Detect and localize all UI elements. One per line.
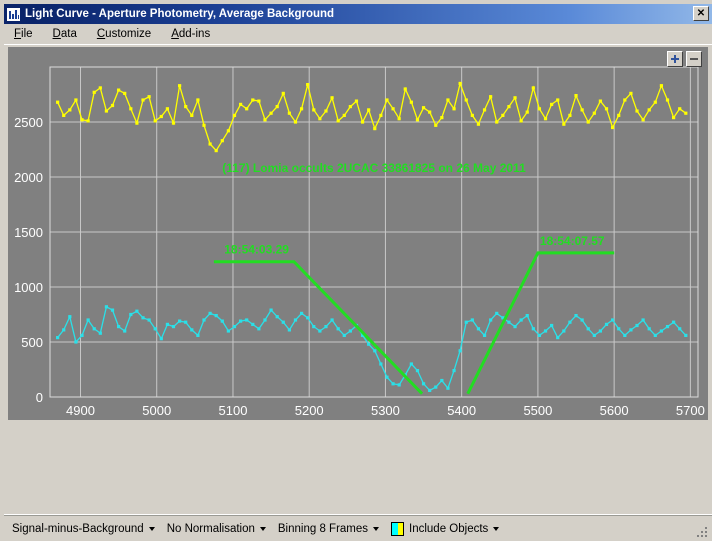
statusbar-signal-mode[interactable]: Signal-minus-Background [4, 518, 161, 540]
statusbar-include-objects-label: Include Objects [409, 522, 489, 535]
svg-text:5500: 5500 [523, 403, 552, 418]
status-bar: Signal-minus-Background No Normalisation… [4, 515, 712, 541]
svg-text:4900: 4900 [66, 403, 95, 418]
zoom-buttons [667, 51, 702, 67]
statusbar-normalisation-mode-label: No Normalisation [166, 522, 255, 535]
chevron-down-icon [493, 526, 500, 531]
svg-text:5300: 5300 [371, 403, 400, 418]
statusbar-signal-mode-label: Signal-minus-Background [12, 522, 144, 535]
menu-separator [4, 44, 712, 46]
svg-text:0: 0 [36, 390, 43, 405]
statusbar-normalisation-mode[interactable]: No Normalisation [161, 518, 272, 540]
light-curve-plot[interactable]: 0 500 1000 1500 2000 2500 4900 5000 5100 5200 5300… [8, 47, 708, 420]
menu-item-file[interactable]: FFileile [4, 26, 43, 42]
svg-text:5200: 5200 [295, 403, 324, 418]
chevron-down-icon [259, 526, 266, 531]
zoom-in-button[interactable] [667, 51, 683, 67]
blank-area [4, 420, 712, 514]
svg-text:5600: 5600 [600, 403, 629, 418]
svg-text:1000: 1000 [14, 280, 43, 295]
light-curve-window: Light Curve - Aperture Photometry, Avera… [0, 0, 712, 541]
svg-text:1500: 1500 [14, 225, 43, 240]
zoom-out-button[interactable] [686, 51, 702, 67]
svg-text:500: 500 [21, 335, 43, 350]
chart-bars-icon [6, 6, 21, 22]
menu-item-addins[interactable]: Add-ins [161, 26, 220, 42]
chevron-down-icon [373, 526, 380, 531]
statusbar-binning-mode[interactable]: Binning 8 Frames [272, 518, 385, 540]
menu-item-data[interactable]: Data [43, 26, 87, 42]
svg-text:2500: 2500 [14, 115, 43, 130]
resize-grip[interactable] [697, 527, 709, 539]
menu-bar: FFileile Data Customize Add-ins [4, 24, 712, 44]
close-icon[interactable]: ✕ [693, 6, 709, 21]
window-title: Light Curve - Aperture Photometry, Avera… [25, 8, 335, 20]
title-bar: Light Curve - Aperture Photometry, Avera… [4, 4, 712, 24]
svg-text:18:54:07.57: 18:54:07.57 [540, 234, 605, 248]
svg-text:5400: 5400 [447, 403, 476, 418]
svg-text:18:54:03.29: 18:54:03.29 [224, 243, 289, 257]
plot-canvas: 0 500 1000 1500 2000 2500 4900 5000 5100 5200 5300… [14, 66, 705, 418]
svg-text:5700: 5700 [676, 403, 705, 418]
statusbar-binning-mode-label: Binning 8 Frames [277, 522, 369, 535]
svg-text:5000: 5000 [142, 403, 171, 418]
svg-text:5100: 5100 [219, 403, 248, 418]
svg-text:(117) Lomia occults 2UCAC 3386: (117) Lomia occults 2UCAC 33861825 on 26… [222, 161, 526, 175]
svg-text:2000: 2000 [14, 170, 43, 185]
series-color-swatch [391, 521, 405, 536]
chevron-down-icon [148, 526, 155, 531]
menu-item-customize[interactable]: Customize [87, 26, 161, 42]
statusbar-include-objects[interactable]: Include Objects [385, 518, 505, 540]
